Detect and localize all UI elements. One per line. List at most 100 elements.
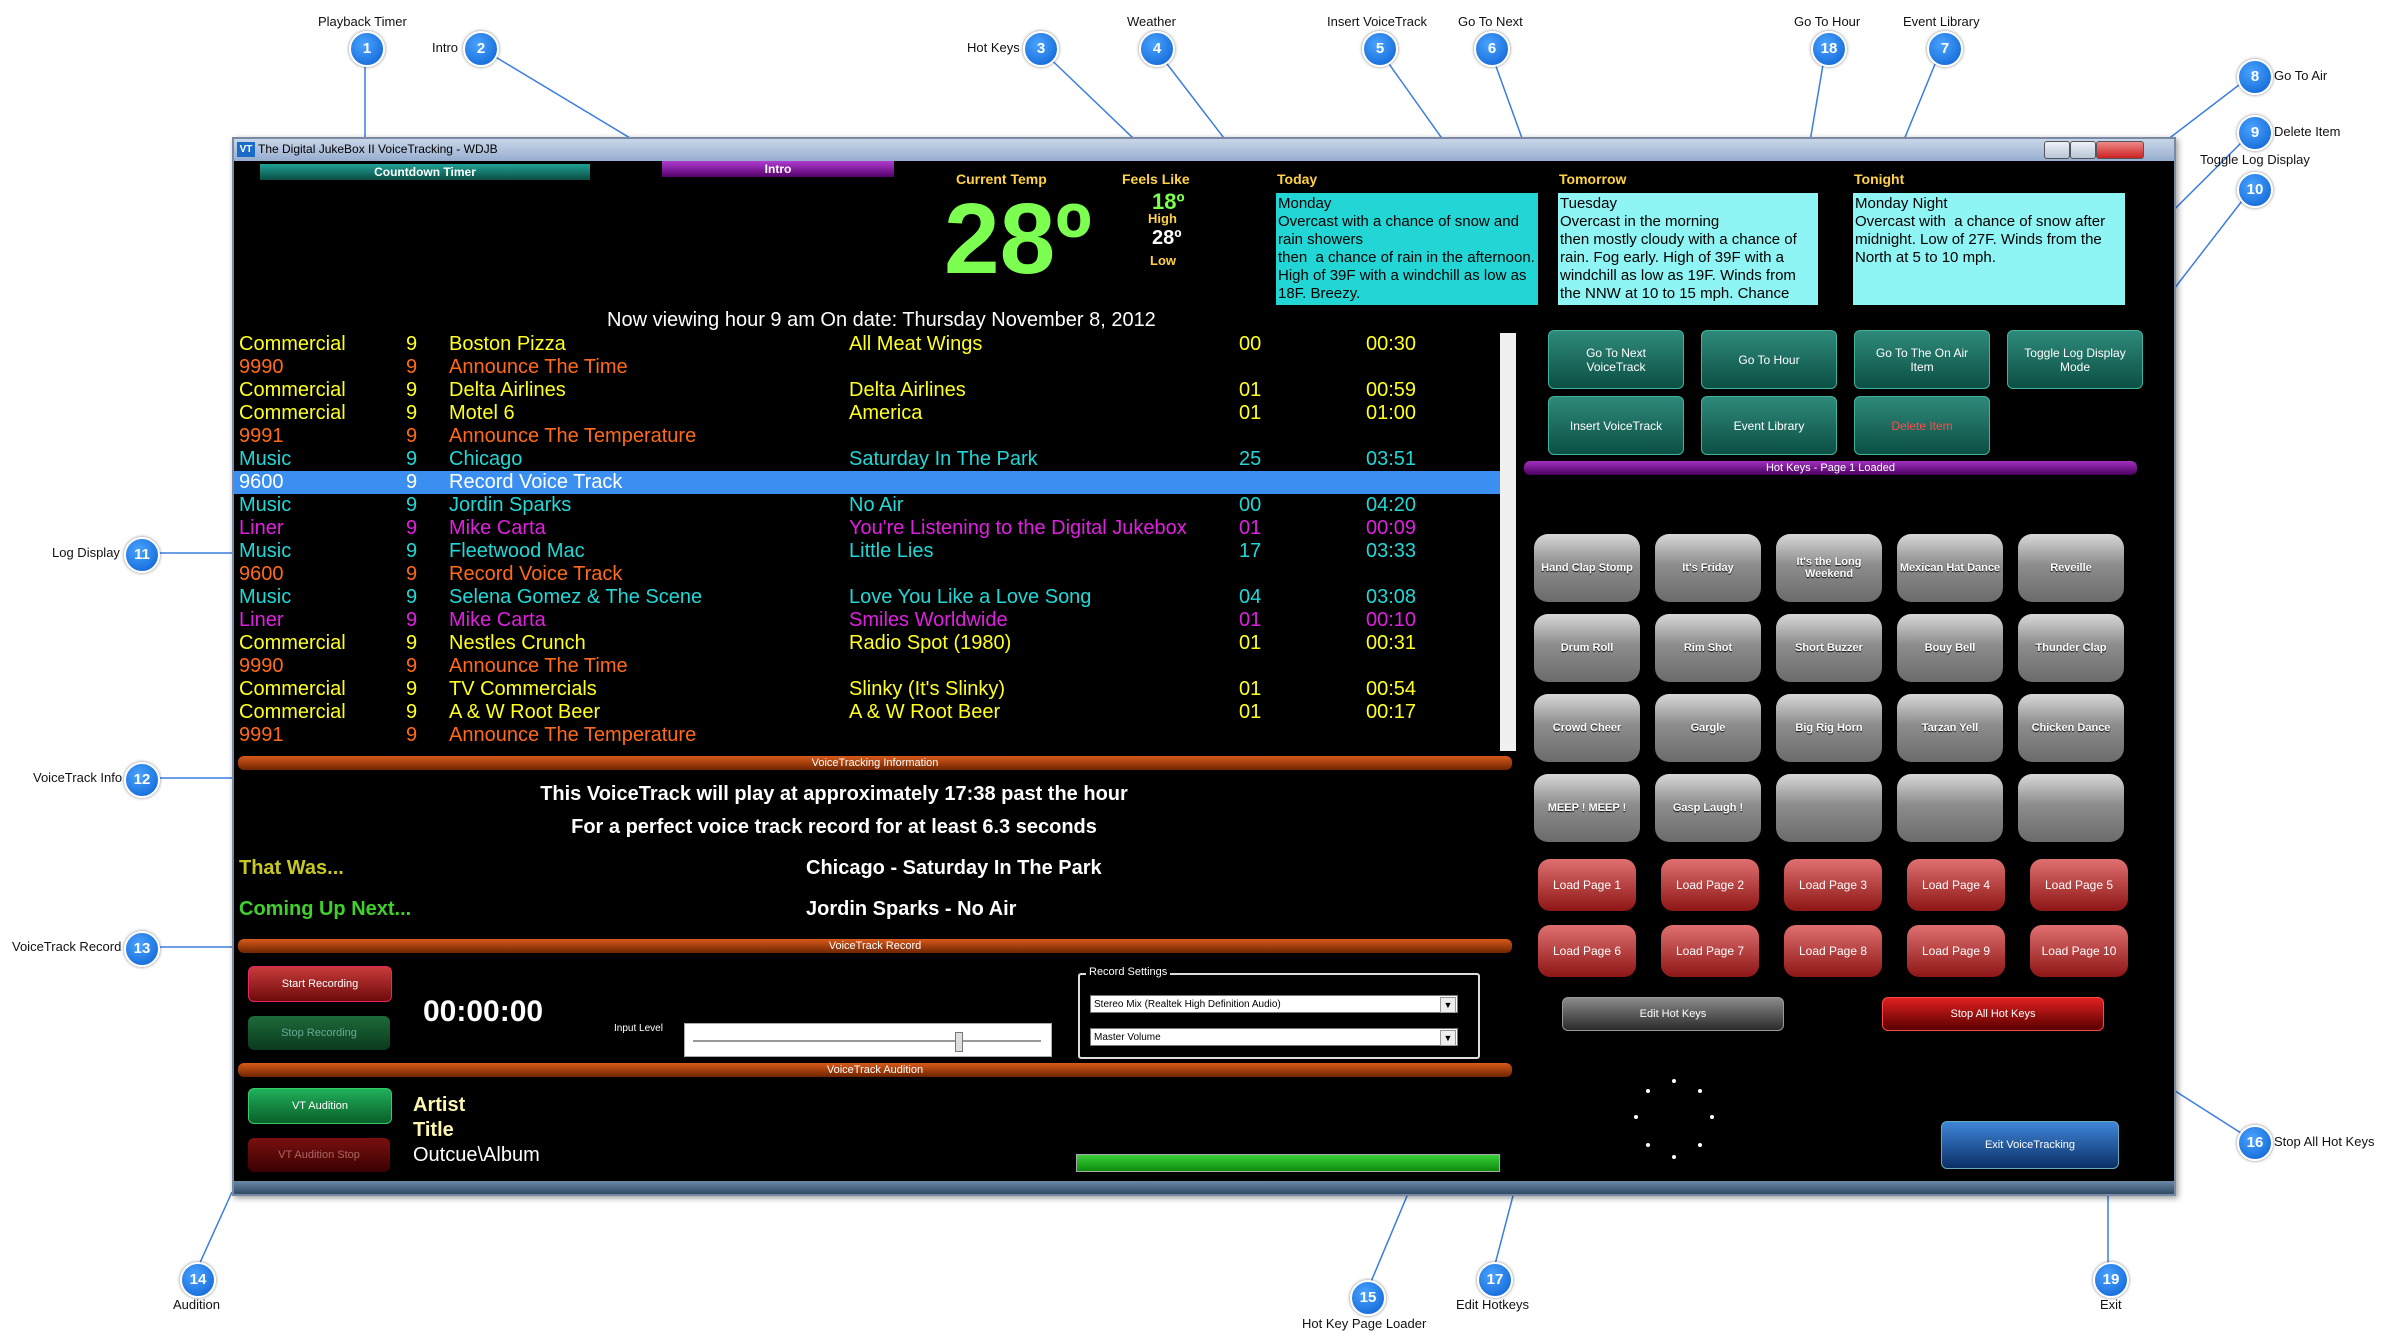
close-button[interactable]: [2096, 141, 2144, 159]
log-cell-hour: 9: [406, 402, 418, 424]
go-to-on-air-button[interactable]: Go To The On Air Item: [1854, 330, 1990, 389]
hotkey-button[interactable]: Big Rig Horn: [1776, 694, 1882, 762]
log-row[interactable]: Commercial 9 Nestles Crunch Radio Spot (198…: [239, 632, 1509, 655]
hotkey-button[interactable]: Crowd Cheer: [1534, 694, 1640, 762]
log-cell-cat: 01: [1239, 379, 1262, 401]
record-volume-select[interactable]: Master Volume ▼: [1090, 1028, 1458, 1046]
input-level-label: Input Level: [614, 1023, 663, 1034]
log-row[interactable]: Commercial 9 Boston Pizza All Meat Wings 00 0…: [239, 333, 1509, 356]
load-page-button[interactable]: Load Page 3: [1784, 859, 1882, 911]
tonight-forecast[interactable]: Monday Night Overcast with a chance of s…: [1853, 193, 2125, 305]
go-to-hour-button[interactable]: Go To Hour: [1701, 330, 1837, 389]
insert-voicetrack-button[interactable]: Insert VoiceTrack: [1548, 396, 1684, 455]
hotkey-button[interactable]: [1897, 774, 2003, 842]
callout-1: 1: [349, 31, 385, 67]
toggle-log-display-button[interactable]: Toggle Log Display Mode: [2007, 330, 2143, 389]
log-cell-type: 9991: [239, 724, 284, 746]
hotkey-button[interactable]: Mexican Hat Dance: [1897, 534, 2003, 602]
log-row[interactable]: 9990 9 Announce The Time: [239, 356, 1509, 379]
hotkey-button[interactable]: Rim Shot: [1655, 614, 1761, 682]
hotkey-button[interactable]: Drum Roll: [1534, 614, 1640, 682]
hotkey-button[interactable]: Short Buzzer: [1776, 614, 1882, 682]
log-row[interactable]: Commercial 9 A & W Root Beer A & W Root Bee…: [239, 701, 1509, 724]
minimize-button[interactable]: [2044, 141, 2070, 159]
dropdown-arrow-icon: ▼: [1440, 1030, 1456, 1046]
log-row[interactable]: Music 9 Chicago Saturday In The Park 25 03:51: [239, 448, 1509, 471]
current-temp: 28º: [944, 183, 1092, 295]
log-cell-sub: A & W Root Beer: [849, 701, 1001, 723]
callout-13-label: VoiceTrack Record: [12, 939, 122, 954]
exit-voicetracking-button[interactable]: Exit VoiceTracking: [1941, 1121, 2119, 1169]
stop-all-hot-keys-button[interactable]: Stop All Hot Keys: [1882, 997, 2104, 1031]
delete-item-button[interactable]: Delete Item: [1854, 396, 1990, 455]
log-row[interactable]: Liner 9 Mike Carta You're Listening to the …: [239, 517, 1509, 540]
hotkey-button[interactable]: Gasp Laugh !: [1655, 774, 1761, 842]
load-page-button[interactable]: Load Page 5: [2030, 859, 2128, 911]
load-page-button[interactable]: Load Page 6: [1538, 925, 1636, 977]
load-page-button[interactable]: Load Page 10: [2030, 925, 2128, 977]
log-row[interactable]: Music 9 Fleetwood Mac Little Lies 17 03:33: [239, 540, 1509, 563]
hotkey-button[interactable]: Thunder Clap: [2018, 614, 2124, 682]
coming-up-next-label: Coming Up Next...: [239, 898, 412, 920]
hotkey-button[interactable]: [1776, 774, 1882, 842]
load-page-button[interactable]: Load Page 2: [1661, 859, 1759, 911]
load-page-button[interactable]: Load Page 7: [1661, 925, 1759, 977]
log-row[interactable]: Commercial 9 Delta Airlines Delta Airlines 0…: [239, 379, 1509, 402]
log-row[interactable]: Liner 9 Mike Carta Smiles Worldwide 01 00:10: [239, 609, 1509, 632]
log-cell-sub: No Air: [849, 494, 904, 516]
audition-progress-bar: [1076, 1154, 1500, 1172]
hotkey-button[interactable]: Hand Clap Stomp: [1534, 534, 1640, 602]
log-row[interactable]: Music 9 Jordin Sparks No Air 00 04:20: [239, 494, 1509, 517]
hotkey-button[interactable]: [2018, 774, 2124, 842]
start-recording-button[interactable]: Start Recording: [248, 966, 392, 1002]
hotkey-button[interactable]: It's the Long Weekend: [1776, 534, 1882, 602]
stop-recording-button[interactable]: Stop Recording: [248, 1016, 390, 1050]
hotkey-button[interactable]: Reveille: [2018, 534, 2124, 602]
log-cell-type: 9990: [239, 356, 284, 378]
hotkey-button[interactable]: Gargle: [1655, 694, 1761, 762]
vt-audition-button[interactable]: VT Audition: [248, 1088, 392, 1124]
load-page-button[interactable]: Load Page 8: [1784, 925, 1882, 977]
callout-16-label: Stop All Hot Keys: [2274, 1134, 2375, 1149]
load-page-button[interactable]: Load Page 9: [1907, 925, 2005, 977]
log-cell-time: 00:59: [1366, 379, 1417, 401]
vt-record-length-text: For a perfect voice track record for at …: [571, 816, 1097, 838]
log-cell-title: Announce The Time: [449, 655, 628, 677]
log-row[interactable]: 9991 9 Announce The Temperature: [239, 425, 1509, 448]
callout-8-label: Go To Air: [2274, 68, 2328, 83]
log-cell-sub: You're Listening to the Digital Jukebox: [849, 517, 1187, 539]
log-cell-type: 9991: [239, 425, 284, 447]
log-row[interactable]: Commercial 9 Motel 6 America 01 01:00: [239, 402, 1509, 425]
load-page-button[interactable]: Load Page 4: [1907, 859, 2005, 911]
log-row[interactable]: 9600 9 Record Voice Track: [239, 563, 1509, 586]
log-row[interactable]: 9990 9 Announce The Time: [239, 655, 1509, 678]
log-row[interactable]: 9991 9 Announce The Temperature: [239, 724, 1509, 747]
hotkey-button[interactable]: MEEP ! MEEP !: [1534, 774, 1640, 842]
log-row[interactable]: Music 9 Selena Gomez & The Scene Love You L…: [239, 586, 1509, 609]
log-row[interactable]: 9600 9 Record Voice Track: [234, 471, 1500, 494]
callout-17: 17: [1477, 1262, 1513, 1298]
log-display[interactable]: Commercial 9 Boston Pizza All Meat Wings 00 0…: [234, 333, 1516, 751]
event-library-button[interactable]: Event Library: [1701, 396, 1837, 455]
log-cell-sub: Radio Spot (1980): [849, 632, 1012, 654]
low-label: Low: [1150, 253, 1176, 268]
hotkey-button[interactable]: Tarzan Yell: [1897, 694, 2003, 762]
hotkey-button[interactable]: It's Friday: [1655, 534, 1761, 602]
log-scrollbar[interactable]: [1500, 333, 1516, 751]
hotkey-button[interactable]: Bouy Bell: [1897, 614, 2003, 682]
maximize-button[interactable]: [2070, 141, 2096, 159]
vt-audition-stop-button[interactable]: VT Audition Stop: [248, 1138, 390, 1172]
slider-thumb[interactable]: [955, 1032, 963, 1052]
log-row[interactable]: Commercial 9 TV Commercials Slinky (It's Sl…: [239, 678, 1509, 701]
hotkeys-status-bar: Hot Keys - Page 1 Loaded: [1524, 461, 2137, 475]
edit-hot-keys-button[interactable]: Edit Hot Keys: [1562, 997, 1784, 1031]
callout-14-label: Audition: [173, 1297, 220, 1312]
callout-15: 15: [1350, 1280, 1386, 1316]
callout-1-label: Playback Timer: [318, 14, 407, 29]
tomorrow-forecast[interactable]: Tuesday Overcast in the morning then mos…: [1558, 193, 1818, 305]
go-to-next-voicetrack-button[interactable]: Go To Next VoiceTrack: [1548, 330, 1684, 389]
hotkey-button[interactable]: Chicken Dance: [2018, 694, 2124, 762]
input-level-slider[interactable]: [684, 1023, 1052, 1057]
record-device-select[interactable]: Stereo Mix (Realtek High Definition Audi…: [1090, 995, 1458, 1013]
load-page-button[interactable]: Load Page 1: [1538, 859, 1636, 911]
